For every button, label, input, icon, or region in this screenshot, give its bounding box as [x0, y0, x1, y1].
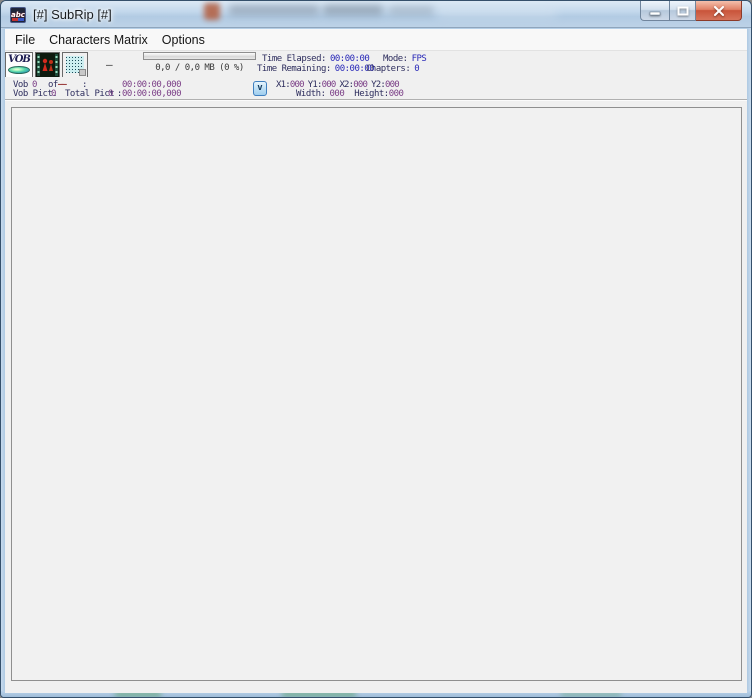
maximize-icon: [677, 6, 689, 16]
toolbar: VOB: [5, 51, 747, 77]
menubar: File Characters Matrix Options: [5, 29, 747, 51]
vertical-subtitles-toggle[interactable]: v: [253, 81, 267, 96]
characters-matrix-button[interactable]: [62, 52, 88, 78]
chapters: Chapters:0: [366, 64, 419, 74]
rip-progress-bar: [143, 52, 256, 60]
of-value: ——: [58, 80, 65, 90]
menu-characters-matrix[interactable]: Characters Matrix: [42, 29, 155, 51]
vob-pict-value: 0: [51, 89, 56, 99]
app-icon[interactable]: abc: [10, 7, 26, 23]
close-button[interactable]: [696, 1, 742, 21]
minimize-button[interactable]: [640, 1, 669, 21]
glass-blur-artifact: [204, 3, 220, 20]
subrip-window: abc [#] SubRip [#] File Character: [0, 0, 752, 698]
maximize-button[interactable]: [669, 1, 696, 21]
video-frames-button[interactable]: [35, 52, 60, 78]
colon: :: [112, 89, 122, 99]
window-frame-right: [747, 28, 751, 693]
pict-time: 00:00:00,000: [122, 89, 181, 99]
close-icon: [713, 6, 725, 16]
titlebar[interactable]: abc [#] SubRip [#]: [1, 1, 751, 28]
statusbar: Vob 0 of —— : 00:00:00,000 X1:000 Y1:000…: [5, 77, 747, 100]
subtitle-picture-display: [11, 107, 742, 681]
dimensions: Width:000 Height:000: [296, 89, 403, 99]
glass-blur-artifact: [389, 6, 434, 15]
open-vob-button[interactable]: VOB: [5, 52, 33, 78]
window-title: [#] SubRip [#]: [33, 7, 112, 22]
menu-file[interactable]: File: [8, 29, 42, 51]
window-controls: [640, 1, 742, 21]
glass-blur-artifact: [323, 5, 383, 15]
rip-size-text: 0,0 / 0,0 MB (0 %): [143, 63, 256, 73]
time-remaining: Time Remaining:00:00:00: [257, 64, 374, 74]
minimize-icon: [649, 6, 661, 16]
menu-options[interactable]: Options: [155, 29, 212, 51]
total-pict-label: Total Pict: [65, 89, 114, 99]
glass-blur-artifact: [437, 7, 557, 17]
glass-blur-artifact: [229, 5, 319, 15]
client-area: File Characters Matrix Options VOB: [5, 29, 747, 693]
mode: Mode:FPS: [383, 54, 426, 64]
current-file-label: –: [106, 58, 113, 71]
time-elapsed: Time Elapsed:00:00:00: [262, 54, 369, 64]
